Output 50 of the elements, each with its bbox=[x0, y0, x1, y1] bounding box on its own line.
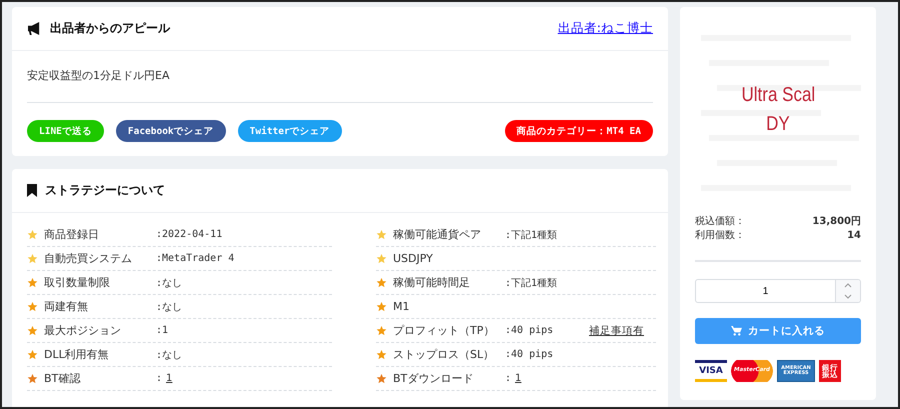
spec-value: :1 bbox=[156, 325, 168, 336]
spec-value: :40 pips bbox=[505, 349, 554, 360]
spec-value: :40 pips bbox=[505, 325, 554, 336]
spec-label: 最大ポジション bbox=[44, 323, 122, 338]
spec-label: 両建有無 bbox=[44, 299, 89, 314]
chevron-up-icon bbox=[844, 283, 852, 288]
spec-label: 稼働可能時間足 bbox=[393, 275, 471, 290]
seller-link[interactable]: 出品者:ねこ博士 bbox=[558, 20, 653, 37]
spec-label: USDJPY bbox=[393, 252, 434, 265]
cart-icon bbox=[731, 326, 742, 336]
usage-label: 利用個数： bbox=[695, 229, 745, 243]
spec-label: ストップロス（SL） bbox=[393, 347, 496, 362]
spec-value: :2022-04-11 bbox=[156, 229, 224, 240]
share-button[interactable]: Facebookでシェア bbox=[116, 120, 226, 142]
spec-link[interactable]: 1 bbox=[515, 373, 522, 384]
spec-label: M1 bbox=[393, 300, 410, 313]
spec-label: BTダウンロード bbox=[393, 371, 474, 386]
spec-value: :下記1種類 bbox=[505, 276, 558, 290]
spec-value: :なし bbox=[156, 300, 184, 314]
spec-value: :なし bbox=[156, 276, 184, 290]
spec-label: 商品登録日 bbox=[44, 227, 100, 242]
spec-label: 取引数量制限 bbox=[44, 275, 111, 290]
card-title: 出品者からのアピール bbox=[50, 20, 170, 37]
spec-label: BT確認 bbox=[44, 371, 82, 386]
chevron-down-icon bbox=[844, 294, 852, 299]
bookmark-icon bbox=[27, 184, 37, 197]
card-title: ストラテジーについて bbox=[45, 182, 165, 199]
spec-label: DLL利用有無 bbox=[44, 347, 110, 362]
price-label: 税込価額： bbox=[695, 215, 745, 229]
price-value: 13,800円 bbox=[812, 215, 861, 229]
usage-value: 14 bbox=[847, 229, 861, 243]
spec-value: :MetaTrader 4 bbox=[156, 253, 234, 264]
spec-value: :下記1種類 bbox=[505, 228, 558, 242]
spec-value: : bbox=[505, 373, 512, 384]
spec-value: : bbox=[156, 373, 162, 384]
quantity-field[interactable]: 1 bbox=[695, 279, 836, 303]
category-badge[interactable]: 商品のカテゴリー：MT4 EA bbox=[504, 120, 653, 142]
description-text: 安定収益型の1分足ドル円EA bbox=[27, 51, 653, 103]
note-link[interactable]: 補足事項有 bbox=[589, 324, 644, 338]
spec-value: :なし bbox=[156, 348, 184, 362]
decrement-button[interactable] bbox=[836, 291, 860, 302]
spec-link[interactable]: 1 bbox=[166, 373, 172, 384]
spec-label: プロフィット（TP） bbox=[393, 323, 496, 338]
increment-button[interactable] bbox=[836, 280, 860, 291]
payment-logo: VISA bbox=[695, 360, 727, 382]
product-title: Ultra Scal bbox=[741, 84, 815, 107]
spec-label: 自動売買システム bbox=[44, 251, 133, 266]
megaphone-icon bbox=[27, 22, 42, 35]
spec-label: 稼働可能通貨ペア bbox=[393, 227, 482, 242]
product-title: DY bbox=[766, 113, 790, 136]
